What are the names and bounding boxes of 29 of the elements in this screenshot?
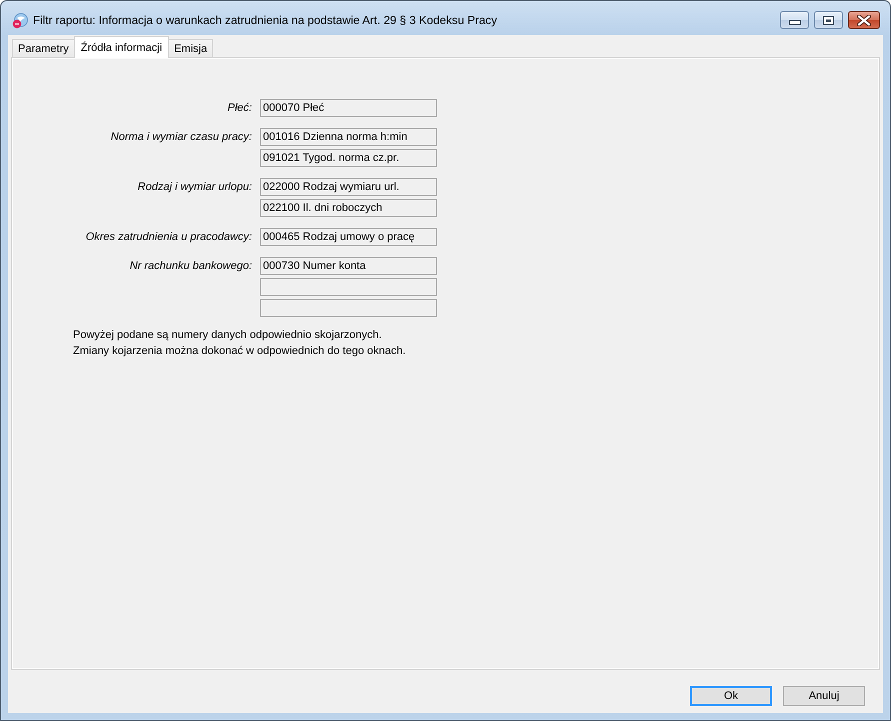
field-label: Rodzaj i wymiar urlopu: <box>138 180 252 195</box>
window-title: Filtr raportu: Informacja o warunkach zatrudnienia na podstawie Art. 29 § 3 Kodeksu Pracy <box>33 13 497 29</box>
source-field[interactable]: 001016 Dzienna norma h:min <box>260 128 437 146</box>
source-field[interactable]: 022100 Il. dni roboczych <box>260 199 437 217</box>
tab[interactable]: Parametry <box>12 39 75 57</box>
dialog-button[interactable]: Ok <box>690 686 772 706</box>
field-label: Norma i wymiar czasu pracy: <box>110 130 252 145</box>
maximize-button[interactable] <box>814 11 843 29</box>
tab[interactable]: Emisja <box>168 39 214 57</box>
app-logo-icon <box>12 13 28 29</box>
field-label: Nr rachunku bankowego: <box>130 259 252 274</box>
source-field[interactable]: 022000 Rodzaj wymiaru url. <box>260 178 437 196</box>
close-icon <box>857 14 871 26</box>
close-button[interactable] <box>848 11 880 29</box>
dialog-button[interactable]: Anuluj <box>783 686 865 706</box>
source-field[interactable] <box>260 278 437 296</box>
minimize-button[interactable] <box>780 11 809 29</box>
source-field[interactable]: 000730 Numer konta <box>260 257 437 275</box>
source-field[interactable] <box>260 299 437 317</box>
info-text: Zmiany kojarzenia można dokonać w odpowiednich do tego oknach. <box>73 344 406 359</box>
info-text: Powyżej podane są numery danych odpowiednio skojarzonych. <box>73 328 382 343</box>
source-field[interactable]: 091021 Tygod. norma cz.pr. <box>260 149 437 167</box>
minimize-icon <box>788 20 800 25</box>
maximize-icon <box>823 16 834 24</box>
field-label: Okres zatrudnienia u pracodawcy: <box>86 230 252 245</box>
tab[interactable]: Źródła informacji <box>74 36 170 58</box>
field-label: Płeć: <box>228 101 252 116</box>
source-field[interactable]: 000070 Płeć <box>260 99 437 117</box>
source-field[interactable]: 000465 Rodzaj umowy o pracę <box>260 228 437 246</box>
